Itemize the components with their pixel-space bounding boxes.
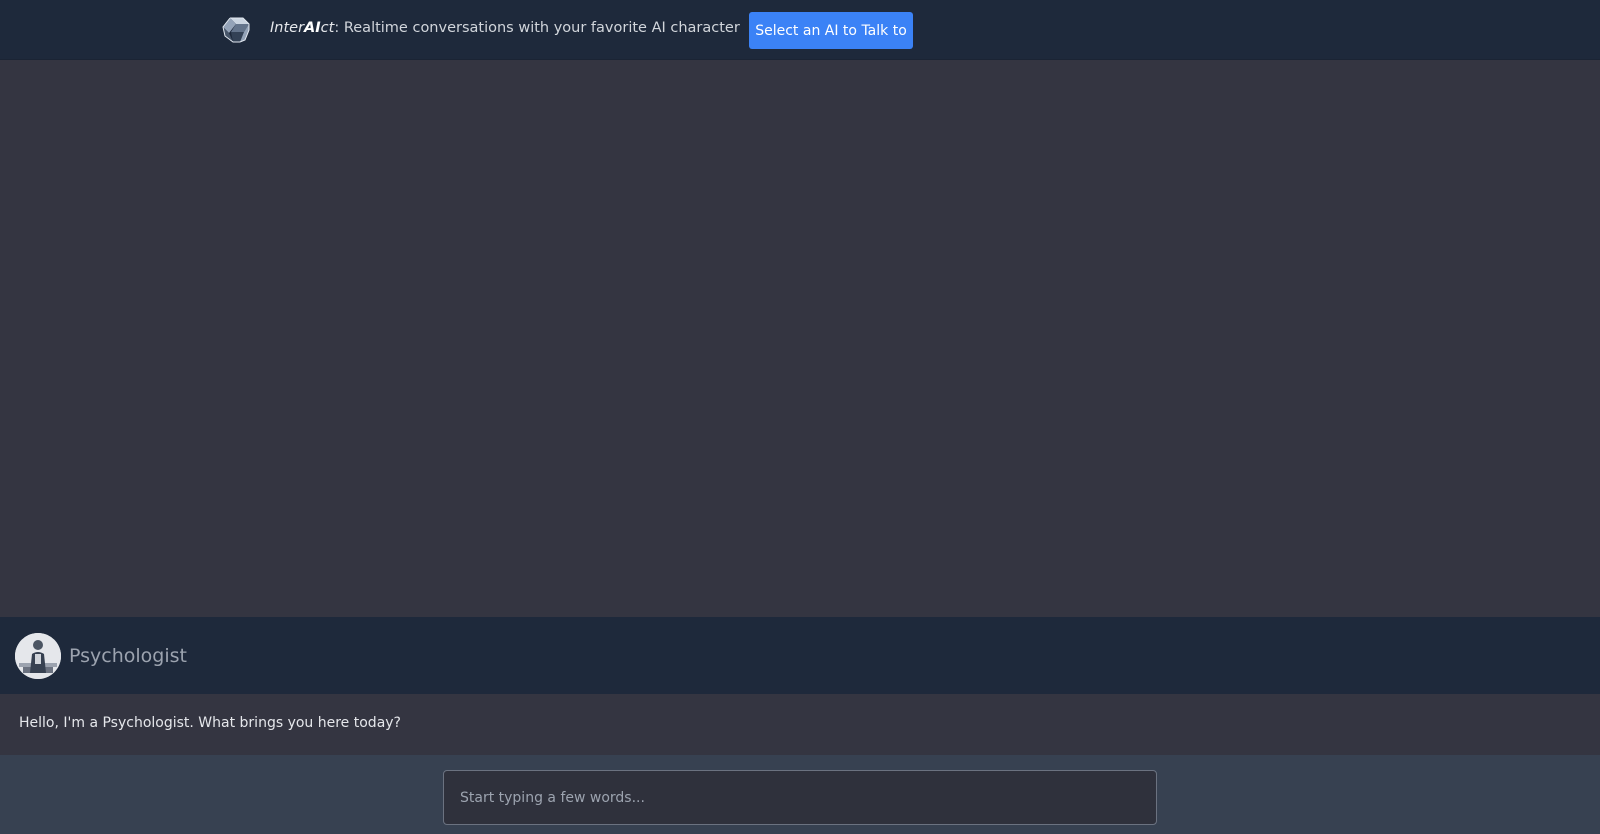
character-avatar xyxy=(15,633,61,679)
ai-message-text: Hello, I'm a Psychologist. What brings y… xyxy=(19,715,401,731)
character-header: Psychologist xyxy=(0,617,1600,694)
app-tagline: InterAIct: Realtime conversations with y… xyxy=(270,20,740,36)
message-row: Hello, I'm a Psychologist. What brings y… xyxy=(0,694,1600,755)
tagline-text: : Realtime conversations with your favor… xyxy=(334,20,740,36)
character-name: Psychologist xyxy=(69,645,187,667)
brand-name-ai: AI xyxy=(304,20,321,36)
brand-name-ct: ct xyxy=(320,20,335,36)
top-navbar: InterAIct: Realtime conversations with y… xyxy=(0,0,1600,60)
select-ai-button[interactable]: Select an AI to Talk to xyxy=(749,12,913,49)
conversation-stage xyxy=(0,60,1600,617)
chat-input[interactable] xyxy=(443,770,1157,825)
composer-bar xyxy=(0,755,1600,834)
app-root: InterAIct: Realtime conversations with y… xyxy=(0,0,1600,834)
cube-icon xyxy=(221,16,251,44)
brand-name-inter: Inter xyxy=(270,20,305,36)
person-avatar xyxy=(15,633,61,679)
